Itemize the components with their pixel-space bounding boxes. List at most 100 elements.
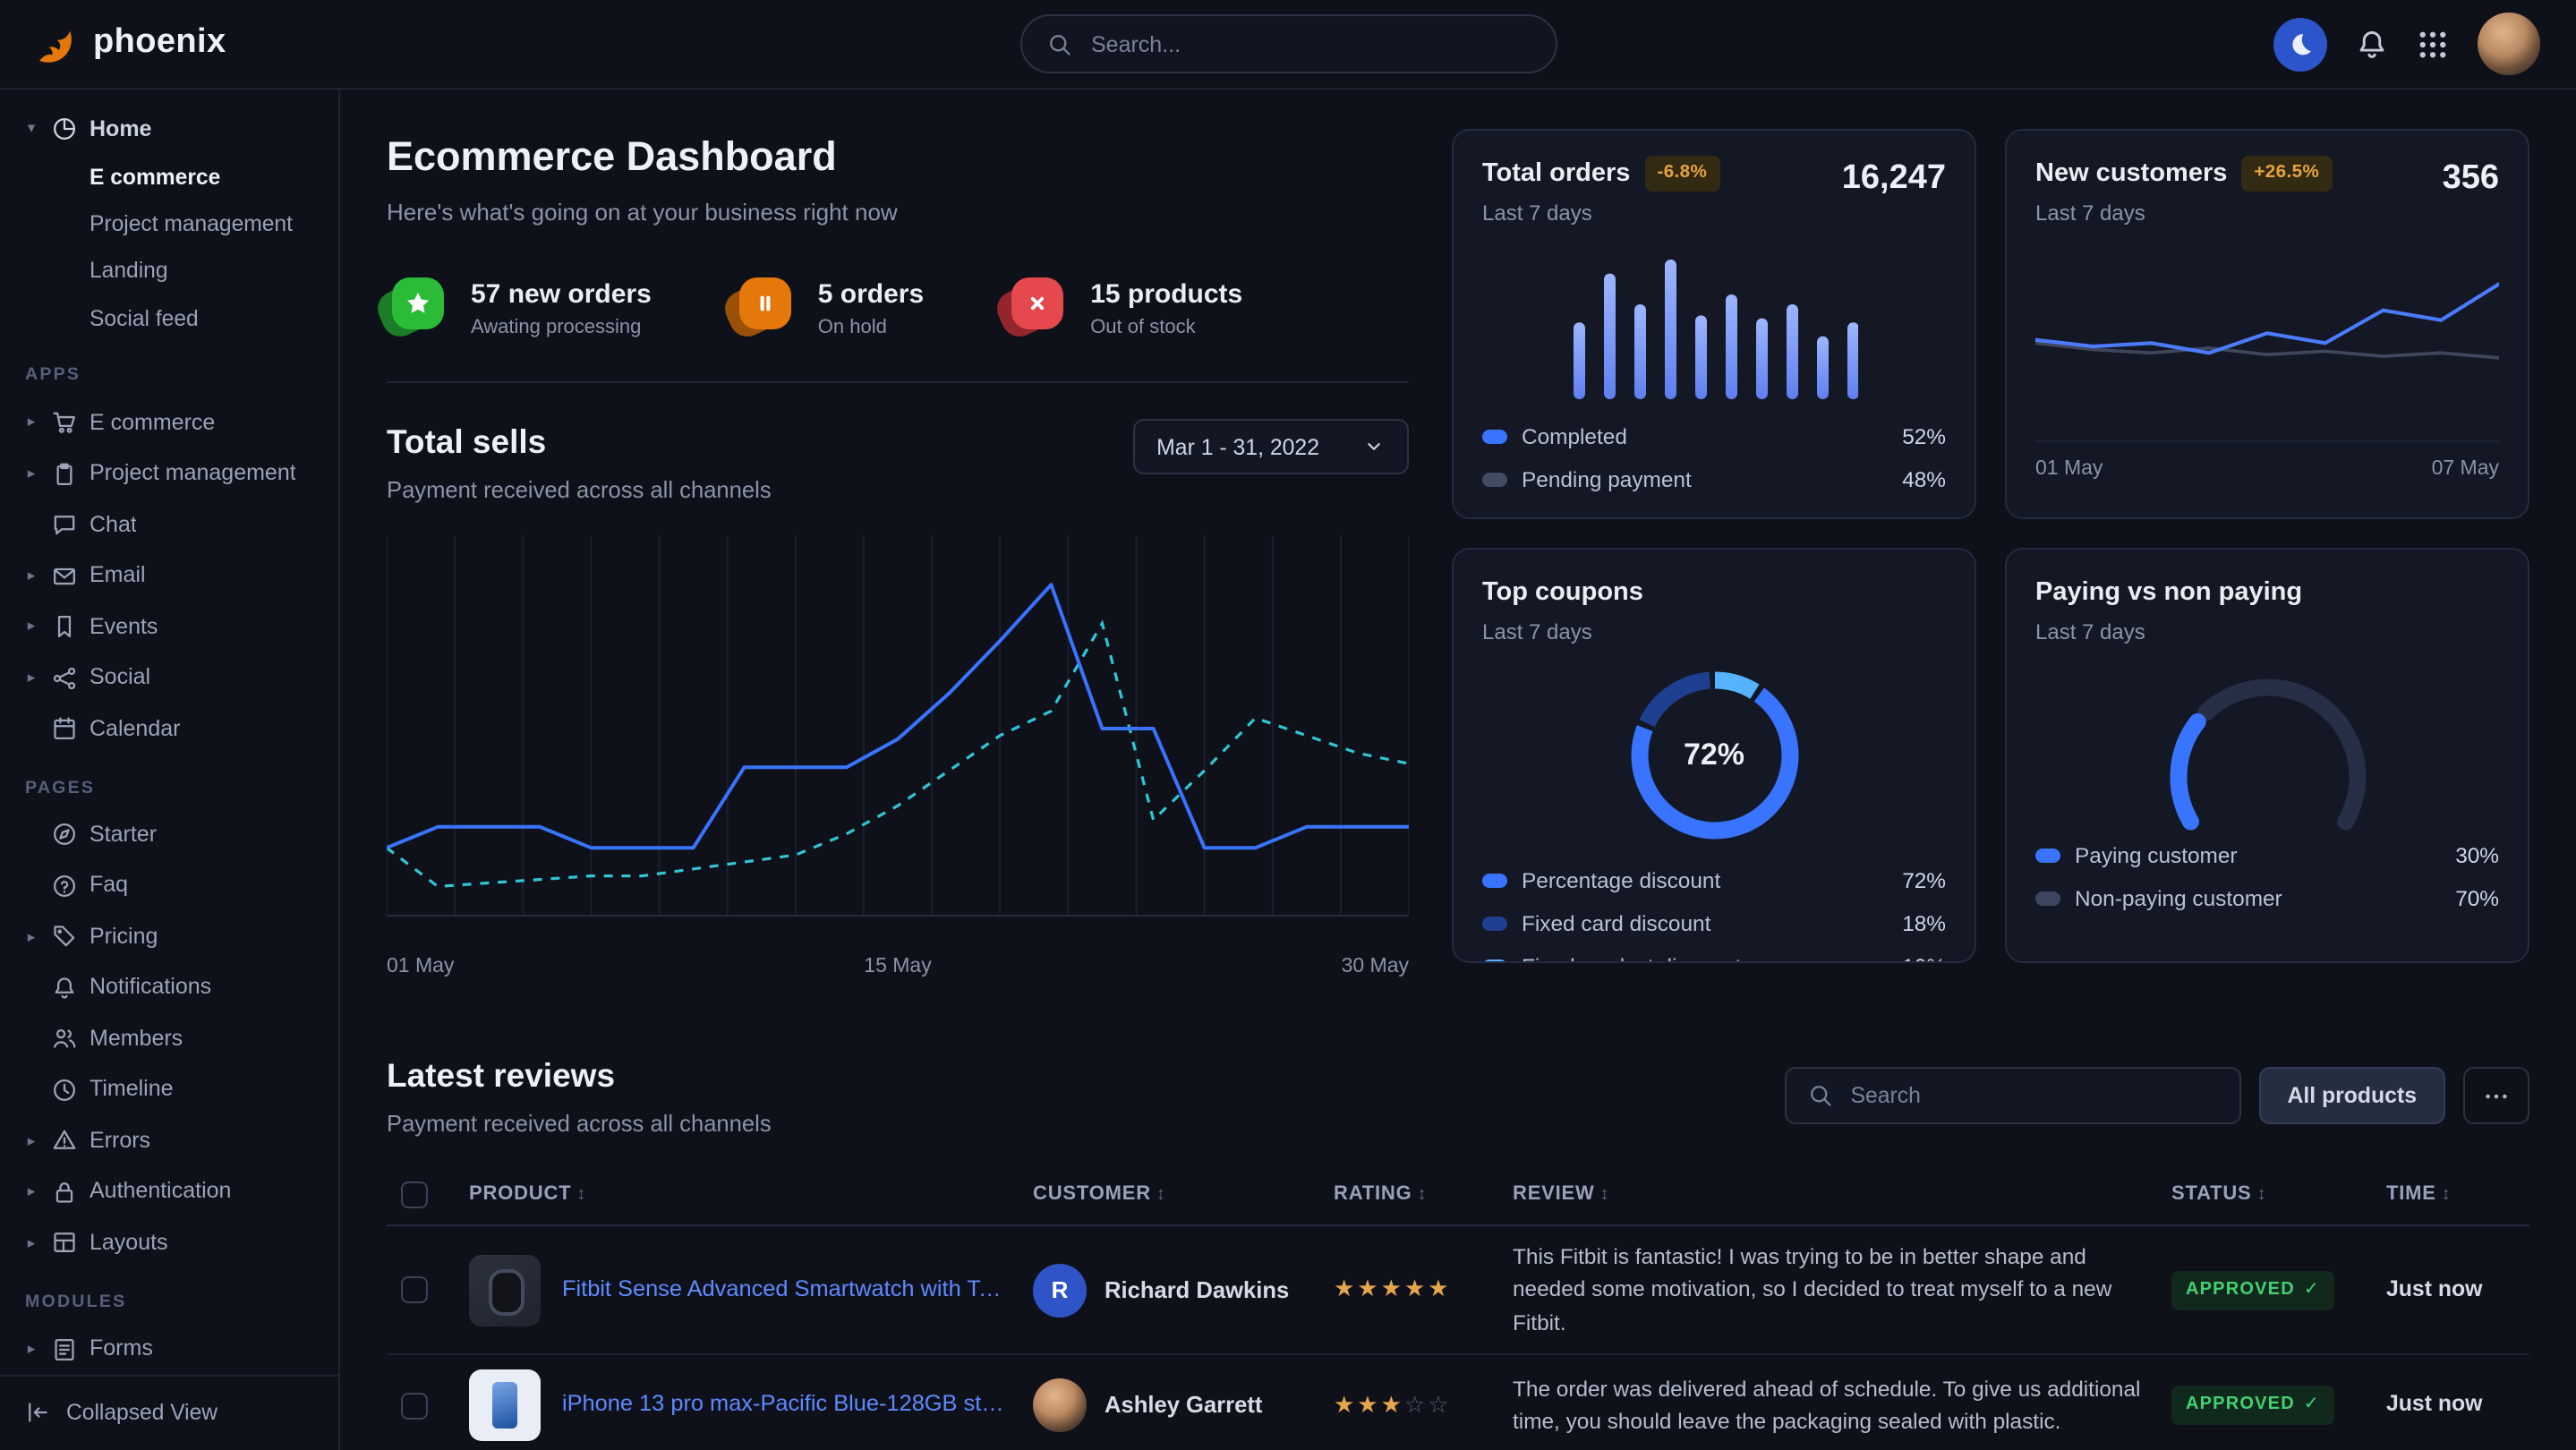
sidebar-item-notifications[interactable]: Notifications: [0, 962, 338, 1013]
global-search-input[interactable]: [1088, 30, 1530, 58]
sort-icon: ↕: [576, 1185, 586, 1205]
users-icon: [52, 1027, 77, 1052]
sidebar-item-label: Email: [90, 560, 146, 592]
layout-icon: [52, 1231, 77, 1256]
column-label: CUSTOMER: [1033, 1183, 1151, 1205]
form-icon: [52, 1336, 77, 1361]
sidebar-item-label: Project management: [90, 458, 296, 490]
x-tick: 30 May: [1342, 952, 1409, 981]
legend-value: 10%: [1902, 952, 1946, 964]
theme-toggle-button[interactable]: [2273, 17, 2327, 71]
date-range-select[interactable]: Mar 1 - 31, 2022: [1133, 419, 1409, 474]
brand-name: phoenix: [93, 20, 226, 67]
sidebar-subitem-project-management[interactable]: Project management: [0, 201, 338, 248]
select-all-checkbox[interactable]: [401, 1181, 428, 1208]
app-launcher-button[interactable]: [2417, 28, 2449, 60]
legend-label: Non-paying customer: [2075, 883, 2441, 914]
all-products-button[interactable]: All products: [2258, 1068, 2445, 1125]
caret-right-icon: ▸: [23, 464, 39, 485]
sidebar-item-email[interactable]: ▸ Email: [0, 550, 338, 601]
row-checkbox[interactable]: [401, 1276, 428, 1303]
reviews-search[interactable]: [1784, 1068, 2240, 1125]
reviews-controls: All products: [1784, 1068, 2529, 1125]
bell-icon: [2356, 28, 2388, 60]
sidebar-subitem-social-feed[interactable]: Social feed: [0, 295, 338, 342]
card-title: New customers: [2035, 156, 2227, 192]
layout: ▾HomeE commerceProject managementLanding…: [0, 90, 2576, 1450]
date-range-value: Mar 1 - 31, 2022: [1156, 434, 1319, 459]
column-header-rating[interactable]: RATING↕: [1319, 1165, 1498, 1226]
sidebar-item-label: Forms: [90, 1334, 153, 1365]
notifications-button[interactable]: [2356, 28, 2388, 60]
sidebar-item-label: Timeline: [90, 1074, 174, 1105]
collapse-label: Collapsed View: [66, 1398, 218, 1429]
legend-item-completed: Completed52%: [1482, 415, 1946, 458]
review-text: This Fitbit is fantastic! I was trying t…: [1513, 1241, 2143, 1339]
sidebar-item-project-management[interactable]: ▸ Project management: [0, 448, 338, 499]
stat-blob-icon: [734, 278, 795, 339]
main-content: Ecommerce Dashboard Here's what's going …: [340, 90, 2576, 1450]
stat-blob-icon: [387, 278, 448, 339]
dashboard-left-column: Ecommerce Dashboard Here's what's going …: [387, 129, 1409, 981]
legend-swatch: [1482, 473, 1507, 487]
x-icon: [1024, 291, 1051, 318]
sidebar-item-members[interactable]: Members: [0, 1013, 338, 1064]
topbar-search[interactable]: [1019, 14, 1557, 73]
sidebar-item-label: Starter: [90, 819, 157, 850]
caret-right-icon: ▸: [23, 566, 39, 587]
caret-down-icon: ▾: [23, 119, 39, 141]
sidebar-subitem-landing[interactable]: Landing: [0, 249, 338, 295]
total-sells-header: Total sells Payment received across all …: [387, 419, 1409, 507]
sidebar-section-label: PAGES: [25, 776, 338, 800]
customer-name: Ashley Garrett: [1105, 1389, 1262, 1421]
column-header-review[interactable]: REVIEW↕: [1498, 1165, 2157, 1226]
customer-avatar: [1033, 1378, 1087, 1432]
more-options-button[interactable]: [2463, 1068, 2529, 1125]
tag-icon: [52, 925, 77, 950]
divider: [387, 381, 1409, 383]
search-icon: [1046, 31, 1071, 56]
product-link[interactable]: Fitbit Sense Advanced Smartwatch with To…: [562, 1274, 1004, 1306]
sidebar-item-layouts[interactable]: ▸Layouts: [0, 1217, 338, 1268]
sidebar-item-label: Events: [90, 611, 158, 643]
brand[interactable]: phoenix: [32, 20, 226, 67]
review-text: The order was delivered ahead of schedul…: [1513, 1373, 2143, 1438]
table-body: Fitbit Sense Advanced Smartwatch with To…: [387, 1225, 2529, 1450]
sidebar-item-faq[interactable]: Faq: [0, 860, 338, 911]
column-header-product[interactable]: PRODUCT↕: [455, 1165, 1019, 1226]
sidebar-item-social[interactable]: ▸Social: [0, 652, 338, 704]
product-link[interactable]: iPhone 13 pro max-Pacific Blue-128GB sto…: [562, 1389, 1004, 1421]
collapse-sidebar-button[interactable]: Collapsed View: [0, 1375, 338, 1450]
sidebar-item-errors[interactable]: ▸Errors: [0, 1115, 338, 1166]
column-header-customer[interactable]: CUSTOMER↕: [1019, 1165, 1319, 1226]
sidebar-item-home[interactable]: ▾Home: [0, 104, 338, 155]
sidebar-item-forms[interactable]: ▸Forms: [0, 1324, 338, 1375]
star-solid-icon: [405, 291, 431, 318]
star-rating: ★★★☆☆: [1334, 1391, 1452, 1418]
sidebar-item-authentication[interactable]: ▸Authentication: [0, 1166, 338, 1217]
new-customers-value: 356: [2443, 156, 2499, 203]
column-label: PRODUCT: [469, 1183, 571, 1205]
collapse-icon: [25, 1401, 50, 1426]
moon-icon: [2287, 30, 2314, 57]
chat-icon: [52, 513, 77, 538]
sidebar-item-calendar[interactable]: Calendar: [0, 704, 338, 755]
stat-label: Awating processing: [471, 314, 652, 342]
sidebar-subitem-e-commerce[interactable]: E commerce: [0, 155, 338, 201]
sidebar-item-pricing[interactable]: ▸Pricing: [0, 911, 338, 962]
sidebar-item-timeline[interactable]: Timeline: [0, 1064, 338, 1115]
reviews-search-input[interactable]: [1847, 1082, 2217, 1111]
phoenix-logo-icon: [32, 21, 79, 67]
sidebar-item-starter[interactable]: Starter: [0, 809, 338, 860]
column-header-status[interactable]: STATUS↕: [2157, 1165, 2372, 1226]
user-avatar[interactable]: [2478, 13, 2540, 75]
sidebar-item-events[interactable]: ▸Events: [0, 601, 338, 652]
column-header-time[interactable]: TIME↕: [2372, 1165, 2529, 1226]
sidebar-section-label: APPS: [25, 364, 338, 388]
x-tick: 01 May: [2035, 455, 2103, 483]
row-checkbox[interactable]: [401, 1392, 428, 1419]
sidebar-item-chat[interactable]: Chat: [0, 499, 338, 550]
product-image: [469, 1254, 541, 1326]
sidebar-item-e-commerce[interactable]: ▸E commerce: [0, 397, 338, 448]
x-tick: 01 May: [387, 952, 454, 981]
